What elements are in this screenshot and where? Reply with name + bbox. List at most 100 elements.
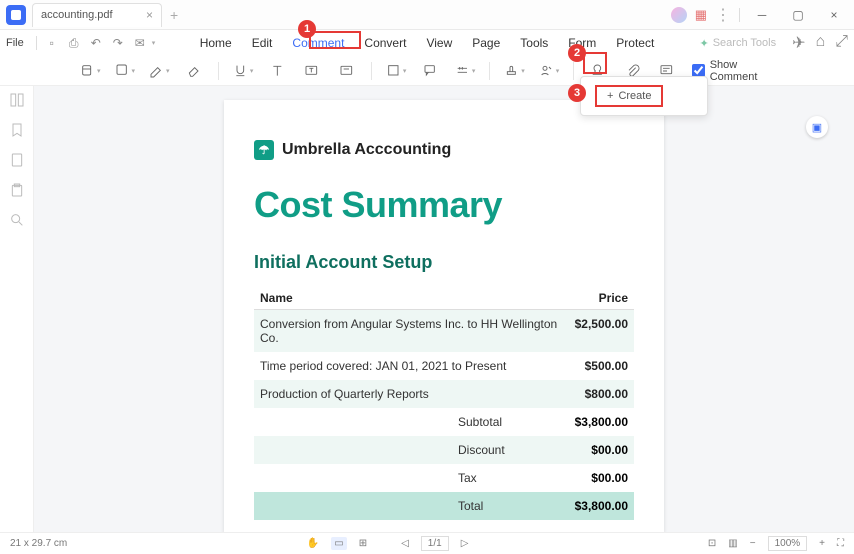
menu-convert[interactable]: Convert (354, 32, 416, 54)
row-price: $800.00 (558, 387, 628, 401)
expand-icon[interactable]: ⤢ (835, 33, 848, 53)
menu-home[interactable]: Home (190, 32, 242, 54)
print-icon[interactable]: ⎙ (65, 34, 83, 52)
menu-edit[interactable]: Edit (242, 32, 283, 54)
comment-toolbar: ▾ ▾ ▾ ▾ ▾ ▾ ▾ ▾ Show Comment (0, 56, 854, 86)
eraser-tool[interactable] (184, 60, 205, 82)
badge-1: 1 (298, 20, 316, 38)
file-menu[interactable]: File (6, 37, 24, 49)
measure-tool[interactable]: ▾ (455, 60, 476, 82)
summary-row: Total$3,800.00 (254, 492, 634, 520)
send-icon[interactable]: ✈ (792, 33, 805, 53)
document-title: Cost Summary (254, 184, 634, 226)
row-name: Time period covered: JAN 01, 2021 to Pre… (260, 359, 558, 373)
summary-label: Tax (458, 471, 558, 485)
app-logo (6, 5, 26, 25)
table-row: Conversion from Angular Systems Inc. to … (254, 310, 634, 352)
mail-icon[interactable]: ✉ (131, 34, 149, 52)
fullscreen-icon[interactable]: ⛶ (837, 538, 844, 549)
brand-name: Umbrella Acccounting (282, 141, 451, 159)
gift-icon[interactable]: ▦ (695, 7, 707, 23)
avatar[interactable] (671, 7, 687, 23)
menu-view[interactable]: View (416, 32, 462, 54)
menu-comment[interactable]: Comment (282, 32, 354, 54)
summary-value: $00.00 (558, 443, 628, 457)
col-name: Name (260, 291, 599, 305)
pdf-page: ☂ Umbrella Acccounting Cost Summary Init… (224, 100, 664, 532)
minimize-button[interactable]: ─ (748, 0, 776, 30)
zoom-level[interactable]: 100% (768, 536, 808, 551)
close-window-button[interactable]: × (820, 0, 848, 30)
layout-icon[interactable]: ▥ (728, 538, 737, 549)
highlight-tool[interactable]: ▾ (115, 60, 136, 82)
table-row: Production of Quarterly Reports$800.00 (254, 380, 634, 408)
menu-page[interactable]: Page (462, 32, 510, 54)
workspace: ☂ Umbrella Acccounting Cost Summary Init… (0, 86, 854, 532)
brand-badge: ☂ (254, 140, 274, 160)
text-tool[interactable] (267, 60, 288, 82)
summary-row: Subtotal$3,800.00 (254, 408, 634, 436)
create-button[interactable]: + Create (595, 85, 663, 107)
area-highlight-tool[interactable] (336, 60, 357, 82)
document-tab[interactable]: accounting.pdf × (32, 3, 162, 27)
note-tool[interactable]: ▾ (80, 60, 101, 82)
menu-tools[interactable]: Tools (510, 32, 558, 54)
save-icon[interactable]: ▫ (43, 34, 61, 52)
stamp-popup: + Create (580, 76, 708, 116)
row-price: $2,500.00 (558, 317, 628, 345)
col-price: Price (599, 291, 628, 305)
summary-row: Discount$00.00 (254, 436, 634, 464)
fit-icon[interactable]: ⊡ (708, 538, 716, 549)
more-icon[interactable]: ⋮ (715, 5, 731, 25)
stamp-tool[interactable]: ▾ (504, 60, 525, 82)
callout-tool[interactable] (420, 60, 441, 82)
search-icon[interactable] (9, 212, 25, 228)
share-float-icon[interactable]: ▣ (806, 116, 828, 138)
underline-tool[interactable]: ▾ (233, 60, 254, 82)
home-icon[interactable]: ⌂ (816, 33, 826, 53)
document-viewport[interactable]: ☂ Umbrella Acccounting Cost Summary Init… (34, 86, 854, 532)
zoom-in-icon[interactable]: + (819, 538, 825, 549)
badge-2: 2 (568, 44, 586, 62)
new-tab-button[interactable]: + (170, 7, 178, 23)
select-tool-icon[interactable]: ▭ (331, 537, 346, 550)
bookmark-icon[interactable] (9, 122, 25, 138)
prev-page-icon[interactable]: ◁ (401, 538, 409, 549)
zoom-out-icon[interactable]: − (750, 538, 756, 549)
main-menu: HomeEditCommentConvertViewPageToolsFormP… (190, 32, 665, 54)
thumbnails-icon[interactable] (9, 92, 25, 108)
summary-label: Subtotal (458, 415, 558, 429)
read-mode-icon[interactable]: ⊞ (359, 538, 367, 549)
signature-tool[interactable]: ▾ (539, 60, 560, 82)
summary-value: $00.00 (558, 471, 628, 485)
summary-label: Total (458, 499, 558, 513)
plus-icon: + (607, 90, 613, 102)
clipboard-icon[interactable] (9, 182, 25, 198)
search-tools-input[interactable]: Search Tools (713, 37, 776, 49)
sparkle-icon: ✦ (700, 37, 709, 50)
summary-row: Tax$00.00 (254, 464, 634, 492)
hand-tool-icon[interactable]: ✋ (307, 538, 319, 549)
menu-protect[interactable]: Protect (606, 32, 664, 54)
undo-icon[interactable]: ↶ (87, 34, 105, 52)
close-tab-icon[interactable]: × (146, 8, 153, 22)
next-page-icon[interactable]: ▷ (461, 538, 469, 549)
menubar: File ▫ ⎙ ↶ ↷ ✉▾ HomeEditCommentConvertVi… (0, 30, 854, 56)
row-name: Production of Quarterly Reports (260, 387, 558, 401)
shape-tool[interactable]: ▾ (386, 60, 407, 82)
badge-3: 3 (568, 84, 586, 102)
statusbar: 21 x 29.7 cm ✋ ▭ ⊞ ◁ 1/1 ▷ ⊡ ▥ − 100% + … (0, 532, 854, 554)
textbox-tool[interactable] (302, 60, 323, 82)
cost-table: Name Price Conversion from Angular Syste… (254, 287, 634, 520)
page-dimensions: 21 x 29.7 cm (10, 538, 67, 549)
row-name: Conversion from Angular Systems Inc. to … (260, 317, 558, 345)
page-icon[interactable] (9, 152, 25, 168)
summary-value: $3,800.00 (558, 415, 628, 429)
left-sidebar (0, 86, 34, 532)
pencil-tool[interactable]: ▾ (149, 60, 170, 82)
summary-label: Discount (458, 443, 558, 457)
page-indicator[interactable]: 1/1 (421, 536, 449, 551)
redo-icon[interactable]: ↷ (109, 34, 127, 52)
maximize-button[interactable]: ▢ (784, 0, 812, 30)
section-heading: Initial Account Setup (254, 252, 634, 273)
